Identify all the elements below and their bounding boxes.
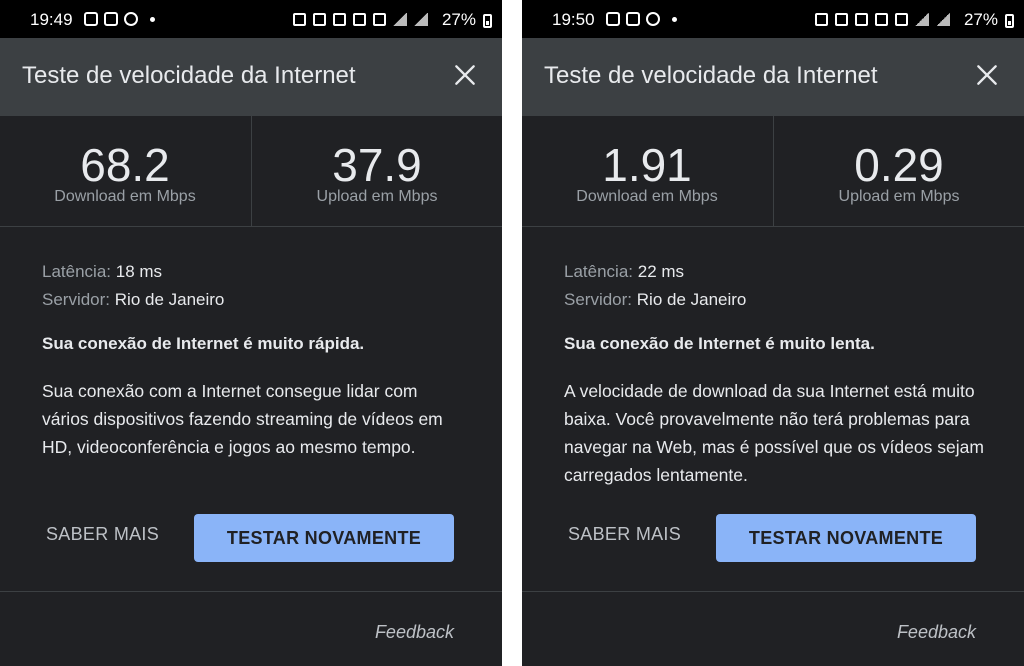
status-bar: 19:50 27% — [522, 0, 1024, 38]
close-icon[interactable] — [452, 62, 478, 88]
signal-icon — [414, 13, 428, 26]
status-notification-icons — [606, 12, 677, 26]
close-icon[interactable] — [974, 62, 1000, 88]
learn-more-button[interactable]: SABER MAIS — [46, 524, 159, 545]
latency-label: Latência: — [42, 262, 111, 281]
status-time: 19:50 — [552, 10, 595, 29]
upload-value: 37.9 — [332, 139, 422, 191]
upload-metric: 37.9 Upload em Mbps — [252, 116, 502, 226]
feedback-link[interactable]: Feedback — [375, 622, 454, 643]
speed-test-screen-slow: 19:50 27% Teste de velocidade da Interne… — [522, 0, 1024, 666]
volte-icon — [373, 13, 386, 26]
wifi-icon — [353, 13, 366, 26]
status-system-icons — [815, 13, 950, 26]
status-bar: 19:49 27% — [0, 0, 502, 38]
more-notifications-dot-icon — [672, 16, 677, 22]
server-label: Servidor: — [42, 290, 111, 309]
dialog-header: Teste de velocidade da Internet — [522, 38, 1024, 116]
download-label: Download em Mbps — [54, 188, 196, 205]
footer-divider — [0, 591, 502, 592]
connection-explanation: Sua conexão com a Internet consegue lida… — [42, 381, 443, 457]
battery-level: 27% — [963, 10, 998, 29]
mute-icon — [333, 13, 346, 26]
bluetooth-icon — [835, 13, 848, 26]
connection-explanation: A velocidade de download da sua Internet… — [564, 381, 984, 485]
latency-row: Latência: 22 ms — [564, 258, 994, 286]
dialog-title: Teste de velocidade da Internet — [544, 62, 878, 89]
download-value: 68.2 — [80, 139, 170, 191]
battery-icon — [483, 14, 492, 28]
signal-icon — [915, 13, 929, 26]
status-system-icons — [293, 13, 428, 26]
wifi-icon — [875, 13, 888, 26]
speed-test-screen-fast: 19:49 27% Teste de velocidade da Interne… — [0, 0, 502, 666]
download-metric: 68.2 Download em Mbps — [0, 116, 250, 226]
signal-icon — [393, 13, 407, 26]
instagram-icon — [626, 12, 640, 26]
dialog-title: Teste de velocidade da Internet — [22, 62, 356, 89]
bluetooth-icon — [313, 13, 326, 26]
speed-metrics: 68.2 Download em Mbps 37.9 Upload em Mbp… — [0, 116, 502, 227]
battery-level: 27% — [441, 10, 476, 29]
test-details: Latência: 22 ms Servidor: Rio de Janeiro — [564, 258, 994, 314]
connection-verdict: Sua conexão de Internet é muito rápida. — [42, 334, 365, 353]
alarm-icon — [293, 13, 306, 26]
more-notifications-dot-icon — [150, 16, 155, 22]
upload-metric: 0.29 Upload em Mbps — [774, 116, 1024, 226]
test-details: Latência: 18 ms Servidor: Rio de Janeiro — [42, 258, 472, 314]
mute-icon — [855, 13, 868, 26]
upload-value: 0.29 — [854, 139, 944, 191]
footer-divider — [522, 591, 1024, 592]
server-value: Rio de Janeiro — [114, 290, 225, 309]
volte-icon — [895, 13, 908, 26]
upload-label: Upload em Mbps — [316, 188, 438, 205]
alarm-icon — [815, 13, 828, 26]
retest-button[interactable]: TESTAR NOVAMENTE — [194, 514, 454, 562]
dialog-header: Teste de velocidade da Internet — [0, 38, 502, 116]
latency-label: Latência: — [564, 262, 633, 281]
learn-more-button[interactable]: SABER MAIS — [568, 524, 681, 545]
soccer-ball-icon — [646, 12, 660, 26]
download-label: Download em Mbps — [576, 188, 718, 205]
instagram-icon — [84, 12, 98, 26]
status-notification-icons — [84, 12, 155, 26]
latency-row: Latência: 18 ms — [42, 258, 472, 286]
server-row: Servidor: Rio de Janeiro — [42, 286, 472, 314]
status-time: 19:49 — [30, 10, 73, 29]
image-icon — [606, 12, 620, 26]
download-value: 1.91 — [602, 139, 692, 191]
speed-metrics: 1.91 Download em Mbps 0.29 Upload em Mbp… — [522, 116, 1024, 227]
feedback-link[interactable]: Feedback — [897, 622, 976, 643]
connection-verdict: Sua conexão de Internet é muito lenta. — [564, 334, 875, 353]
upload-label: Upload em Mbps — [838, 188, 960, 205]
soccer-ball-icon — [124, 12, 138, 26]
download-metric: 1.91 Download em Mbps — [522, 116, 772, 226]
signal-icon — [936, 13, 950, 26]
retest-button[interactable]: TESTAR NOVAMENTE — [716, 514, 976, 562]
latency-value: 18 ms — [115, 262, 163, 281]
server-row: Servidor: Rio de Janeiro — [564, 286, 994, 314]
latency-value: 22 ms — [637, 262, 685, 281]
battery-icon — [1005, 14, 1014, 28]
server-value: Rio de Janeiro — [636, 290, 747, 309]
notification-icon — [104, 12, 118, 26]
server-label: Servidor: — [564, 290, 633, 309]
